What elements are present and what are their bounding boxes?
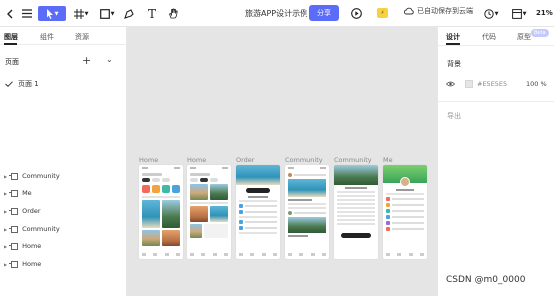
frame-order[interactable]	[236, 165, 280, 259]
frame-label[interactable]: Home	[187, 156, 206, 164]
layer-row[interactable]: ▶ Me	[4, 187, 32, 199]
layout-button[interactable]: ▼	[510, 6, 528, 21]
hex-value[interactable]: #E5E5E5	[477, 80, 507, 88]
save-status: 已自动保存到云端	[404, 6, 473, 16]
export-section-title[interactable]: 导出	[447, 111, 461, 121]
pen-icon	[124, 8, 134, 19]
text-tool-button[interactable]: T	[146, 6, 158, 21]
color-swatch[interactable]	[465, 80, 473, 88]
text-icon: T	[147, 6, 156, 21]
chevron-down-icon: ▼	[84, 10, 89, 17]
caret-right-icon: ▶	[4, 173, 8, 179]
add-page-icon[interactable]: +	[82, 54, 91, 67]
cursor-icon	[46, 8, 53, 19]
top-toolbar: ▼ ▼ ▼ T 旅游APP设计示例 分享 ⚡ 已自动保存到云端 ▼ ▼ 21%	[0, 0, 554, 27]
layer-row[interactable]: ▶ Community	[4, 223, 60, 235]
rectangle-icon	[99, 8, 110, 19]
watermark: CSDN @m0_0000	[446, 275, 526, 285]
caret-right-icon: ▶	[4, 243, 8, 249]
background-fill-row: #E5E5E5 100 %	[446, 78, 550, 90]
clock-icon	[483, 8, 494, 19]
frame-icon	[9, 189, 19, 197]
caret-right-icon: ▶	[4, 226, 8, 232]
frame-icon	[9, 242, 19, 250]
tab-layers[interactable]: 图层	[4, 32, 18, 42]
page-item[interactable]: 页面 1	[5, 79, 39, 89]
frame-me[interactable]	[383, 165, 427, 259]
left-tabs: 图层 组件 资源	[0, 27, 127, 45]
save-status-text: 已自动保存到云端	[417, 7, 473, 15]
move-tool-button[interactable]: ▼	[38, 6, 66, 21]
tab-code[interactable]: 代码	[482, 32, 496, 42]
layer-label: Home	[22, 242, 42, 250]
cloud-icon	[404, 7, 414, 15]
active-tab-indicator	[4, 43, 17, 45]
caret-right-icon: ▶	[4, 261, 8, 267]
design-canvas[interactable]: Home Home Order Community Community Me	[127, 27, 437, 296]
frame-home-1[interactable]	[139, 165, 183, 259]
history-button[interactable]: ▼	[482, 6, 500, 21]
layer-row[interactable]: ▶ Home	[4, 258, 41, 270]
eye-icon[interactable]	[446, 81, 455, 87]
opacity-value[interactable]: 100 %	[526, 80, 547, 88]
preview-button[interactable]	[349, 6, 363, 21]
layer-row[interactable]: ▶ Community	[4, 170, 60, 182]
share-button[interactable]: 分享	[309, 5, 339, 21]
menu-icon[interactable]	[20, 6, 34, 21]
layer-label: Home	[22, 260, 42, 268]
chevron-down-icon: ▼	[522, 10, 527, 17]
tab-components[interactable]: 组件	[40, 32, 54, 42]
layer-label: Community	[22, 225, 60, 233]
left-panel: 图层 组件 资源 页面 + ⌄ 页面 1 ▶ Community ▶ Me ▶ …	[0, 27, 127, 296]
chevron-down-icon: ▼	[494, 10, 499, 17]
frame-icon	[9, 260, 19, 268]
back-icon[interactable]	[4, 6, 16, 21]
frame-icon	[9, 225, 19, 233]
pen-tool-button[interactable]	[123, 6, 135, 21]
right-panel: 设计 代码 原型 Beta 背景 #E5E5E5 100 % 导出	[437, 27, 554, 296]
frame-label[interactable]: Order	[236, 156, 254, 164]
hand-tool-button[interactable]	[167, 6, 180, 21]
collapse-pages-icon[interactable]: ⌄	[106, 55, 113, 64]
frame-icon	[73, 8, 84, 19]
shape-tool-button[interactable]: ▼	[98, 6, 116, 21]
layer-label: Community	[22, 172, 60, 180]
frame-icon	[9, 172, 19, 180]
page-item-label: 页面 1	[18, 80, 39, 88]
layer-label: Order	[22, 207, 41, 215]
zoom-level[interactable]: 21%	[536, 9, 553, 17]
tab-design[interactable]: 设计	[446, 32, 460, 42]
frame-label[interactable]: Me	[383, 156, 393, 164]
frame-community-1[interactable]	[285, 165, 329, 259]
play-icon	[350, 8, 362, 19]
check-icon	[5, 81, 13, 87]
document-title[interactable]: 旅游APP设计示例	[245, 8, 307, 19]
chevron-down-icon: ▼	[110, 10, 115, 17]
background-section-title: 背景	[447, 60, 461, 68]
panel-icon	[511, 8, 522, 19]
tab-assets[interactable]: 资源	[75, 32, 89, 42]
frame-icon	[9, 207, 19, 215]
pages-header: 页面	[5, 58, 19, 66]
frame-tool-button[interactable]: ▼	[72, 6, 90, 21]
layer-label: Me	[22, 189, 32, 197]
frame-label[interactable]: Home	[139, 156, 158, 164]
tab-prototype[interactable]: 原型	[517, 32, 531, 42]
caret-right-icon: ▶	[4, 190, 8, 196]
frame-home-2[interactable]	[187, 165, 231, 259]
hand-icon	[168, 8, 178, 19]
caret-right-icon: ▶	[4, 208, 8, 214]
frame-community-2[interactable]	[334, 165, 378, 259]
divider	[438, 45, 554, 46]
plugin-badge-icon[interactable]: ⚡	[377, 8, 388, 18]
frame-label[interactable]: Community	[334, 156, 372, 164]
divider	[438, 101, 554, 102]
frame-label[interactable]: Community	[285, 156, 323, 164]
chevron-down-icon: ▼	[54, 10, 59, 17]
layer-row[interactable]: ▶ Home	[4, 240, 41, 252]
beta-badge: Beta	[531, 29, 549, 37]
layer-row[interactable]: ▶ Order	[4, 205, 41, 217]
